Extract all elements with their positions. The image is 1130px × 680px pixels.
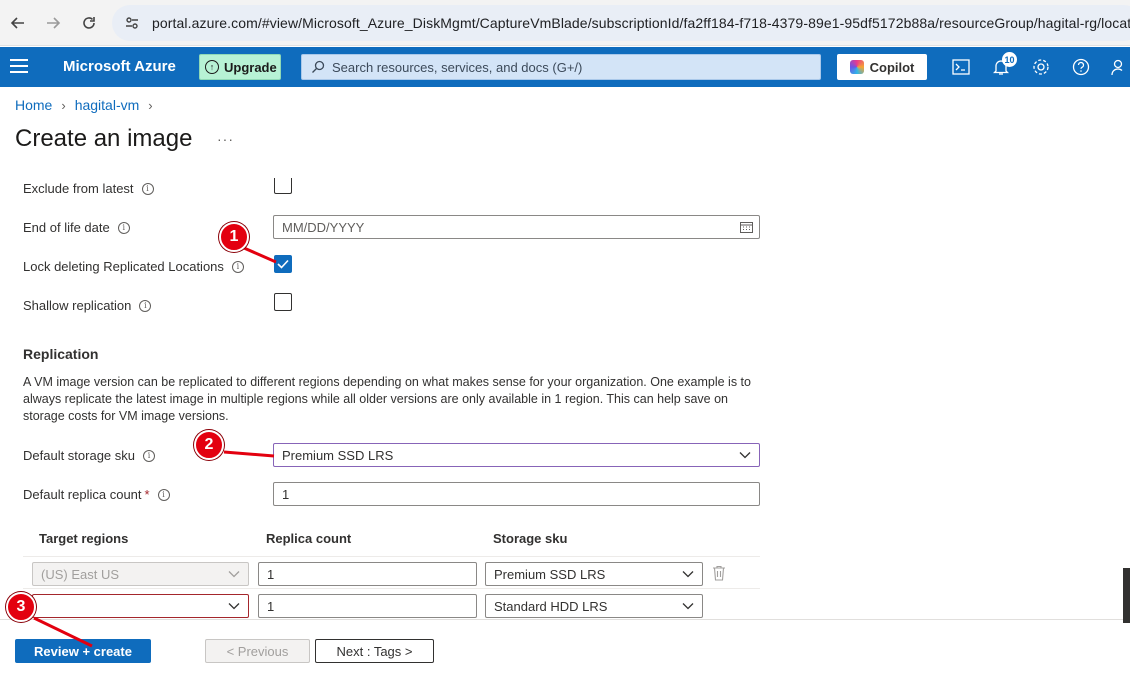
delete-trash-icon[interactable] bbox=[712, 565, 726, 581]
more-options-icon[interactable]: ··· bbox=[217, 131, 234, 147]
default-replica-count-label: Default replica count * i bbox=[23, 487, 170, 502]
chevron-down-icon bbox=[228, 571, 240, 578]
chevron-down-icon bbox=[682, 603, 694, 610]
settings-gear-icon[interactable] bbox=[1030, 56, 1052, 78]
upgrade-label: Upgrade bbox=[224, 59, 277, 75]
breadcrumb: Home › hagital-vm › bbox=[15, 97, 162, 113]
search-icon bbox=[312, 60, 325, 73]
checkmark-icon bbox=[277, 259, 289, 269]
callout-1-arrow bbox=[243, 246, 277, 264]
lock-deleting-text: Lock deleting Replicated Locations bbox=[23, 259, 224, 274]
lock-deleting-label: Lock deleting Replicated Locations i bbox=[23, 259, 244, 274]
notification-count-badge: 10 bbox=[1002, 52, 1017, 67]
row1-storage-sku-value: Premium SSD LRS bbox=[494, 566, 606, 582]
info-icon[interactable]: i bbox=[157, 488, 170, 501]
row2-storage-sku-dropdown[interactable]: Standard HDD LRS bbox=[485, 594, 703, 618]
table-header-divider bbox=[23, 556, 760, 557]
upgrade-button[interactable]: ↑ Upgrade bbox=[199, 54, 281, 80]
site-settings-icon[interactable] bbox=[124, 15, 140, 31]
default-storage-sku-text: Default storage sku bbox=[23, 448, 136, 463]
url-text: portal.azure.com/#view/Microsoft_Azure_D… bbox=[152, 15, 1130, 31]
exclude-from-latest-checkbox[interactable] bbox=[274, 178, 292, 194]
arrow-up-icon: ↑ bbox=[205, 60, 219, 74]
replication-description: A VM image version can be replicated to … bbox=[23, 375, 751, 423]
column-header-storage-sku: Storage sku bbox=[493, 531, 568, 546]
callout-badge-3: 3 bbox=[6, 592, 36, 622]
default-storage-sku-label: Default storage sku i bbox=[23, 448, 156, 463]
callout-badge-2: 2 bbox=[194, 430, 224, 460]
info-icon[interactable]: i bbox=[139, 299, 152, 312]
forward-arrow-icon[interactable] bbox=[41, 11, 65, 35]
azure-top-bar: Microsoft Azure ↑ Upgrade Search resourc… bbox=[0, 47, 1130, 87]
row2-replica-count-value: 1 bbox=[267, 598, 275, 614]
row1-region-value: (US) East US bbox=[41, 566, 120, 582]
copilot-button[interactable]: Copilot bbox=[837, 54, 927, 80]
portal-title[interactable]: Microsoft Azure bbox=[63, 58, 176, 75]
calendar-icon[interactable] bbox=[740, 221, 753, 233]
row1-replica-count-input[interactable]: 1 bbox=[258, 562, 477, 586]
callout-2-arrow bbox=[223, 450, 275, 458]
back-arrow-icon[interactable] bbox=[6, 11, 30, 35]
date-placeholder: MM/DD/YYYY bbox=[282, 219, 365, 235]
shallow-replication-text: Shallow replication bbox=[23, 298, 132, 313]
next-tags-button[interactable]: Next : Tags > bbox=[315, 639, 434, 663]
chevron-right-icon: › bbox=[148, 97, 153, 113]
info-icon[interactable]: i bbox=[143, 449, 156, 462]
browser-toolbar: portal.azure.com/#view/Microsoft_Azure_D… bbox=[0, 0, 1130, 46]
copilot-label: Copilot bbox=[869, 59, 915, 75]
table-row-divider bbox=[23, 588, 760, 589]
default-storage-sku-dropdown[interactable]: Premium SSD LRS bbox=[273, 443, 760, 467]
feedback-person-icon[interactable] bbox=[1108, 56, 1130, 78]
column-header-replica-count: Replica count bbox=[266, 531, 352, 546]
exclude-from-latest-text: Exclude from latest bbox=[23, 181, 134, 196]
shallow-replication-label: Shallow replication i bbox=[23, 298, 152, 313]
end-of-life-date-input[interactable]: MM/DD/YYYY bbox=[273, 215, 760, 239]
info-icon[interactable]: i bbox=[141, 182, 154, 195]
help-question-icon[interactable] bbox=[1070, 56, 1092, 78]
info-icon[interactable]: i bbox=[231, 260, 244, 273]
row2-replica-count-input[interactable]: 1 bbox=[258, 594, 477, 618]
chevron-down-icon bbox=[739, 452, 751, 459]
cloud-shell-icon[interactable] bbox=[950, 56, 972, 78]
end-of-life-date-text: End of life date bbox=[23, 220, 110, 235]
shallow-replication-checkbox[interactable] bbox=[274, 293, 292, 311]
default-storage-sku-value: Premium SSD LRS bbox=[282, 447, 394, 463]
default-replica-count-input[interactable]: 1 bbox=[273, 482, 760, 506]
callout-badge-1: 1 bbox=[219, 222, 249, 252]
default-replica-count-text: Default replica count bbox=[23, 487, 142, 502]
info-icon[interactable]: i bbox=[117, 221, 130, 234]
default-replica-count-value: 1 bbox=[282, 486, 290, 502]
column-header-target-regions: Target regions bbox=[39, 531, 129, 546]
address-bar[interactable]: portal.azure.com/#view/Microsoft_Azure_D… bbox=[112, 5, 1130, 41]
required-asterisk: * bbox=[144, 487, 150, 502]
review-create-button[interactable]: Review + create bbox=[15, 639, 151, 663]
end-of-life-date-label: End of life date i bbox=[23, 220, 130, 235]
replication-heading: Replication bbox=[23, 346, 99, 362]
search-placeholder: Search resources, services, and docs (G+… bbox=[332, 60, 583, 75]
row1-storage-sku-dropdown[interactable]: Premium SSD LRS bbox=[485, 562, 703, 586]
breadcrumb-vm-link[interactable]: hagital-vm bbox=[75, 97, 140, 113]
reload-icon[interactable] bbox=[77, 11, 101, 35]
menu-icon[interactable] bbox=[10, 59, 28, 75]
copilot-icon bbox=[849, 60, 864, 74]
lock-deleting-checkbox[interactable] bbox=[274, 255, 292, 273]
breadcrumb-home-link[interactable]: Home bbox=[15, 97, 52, 113]
row1-target-region-dropdown: (US) East US bbox=[32, 562, 249, 586]
row2-storage-sku-value: Standard HDD LRS bbox=[494, 598, 608, 614]
row2-target-region-dropdown[interactable] bbox=[32, 594, 249, 618]
chevron-down-icon bbox=[228, 603, 240, 610]
chevron-right-icon: › bbox=[61, 97, 66, 113]
footer-divider bbox=[0, 619, 1130, 620]
chevron-down-icon bbox=[682, 571, 694, 578]
page-title: Create an image bbox=[15, 125, 193, 152]
row1-replica-count-value: 1 bbox=[267, 566, 275, 582]
scrollbar-thumb[interactable] bbox=[1123, 568, 1130, 623]
exclude-from-latest-label: Exclude from latest i bbox=[23, 181, 154, 196]
previous-button: < Previous bbox=[205, 639, 310, 663]
global-search-input[interactable]: Search resources, services, and docs (G+… bbox=[301, 54, 821, 80]
